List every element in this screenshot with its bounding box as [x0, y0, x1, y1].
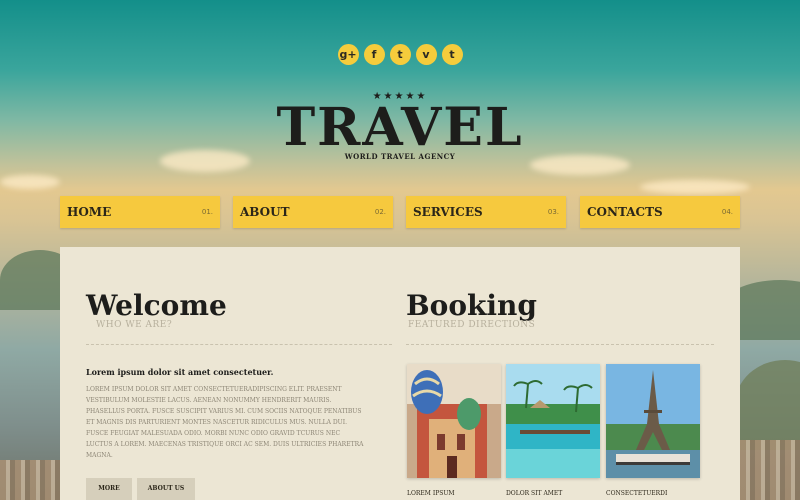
booking-subheading: FEATURED DIRECTIONS [408, 320, 536, 330]
google-plus-icon[interactable]: g+ [337, 44, 359, 65]
main-navigation: HOME 01. ABOUT 02. SERVICES 03. CONTACTS… [60, 196, 740, 228]
welcome-lead: Lorem ipsum dolor sit amet consectetuer. [86, 367, 274, 377]
nav-contacts[interactable]: CONTACTS 04. [580, 196, 740, 228]
vimeo-icon[interactable]: v [415, 44, 437, 65]
tumblr-icon[interactable]: t [441, 44, 463, 65]
facebook-icon[interactable]: f [363, 44, 385, 65]
welcome-body: Lorem ipsum dolor sit amet consectetuera… [86, 386, 364, 459]
destination-photo-moscow[interactable] [407, 364, 501, 478]
destination-caption[interactable]: Dolor sit amet [506, 490, 562, 498]
welcome-subheading: WHO WE ARE? [96, 320, 173, 330]
nav-label: SERVICES [413, 205, 483, 219]
destination-caption[interactable]: Consectetuerdi [606, 490, 667, 498]
nav-services[interactable]: SERVICES 03. [406, 196, 566, 228]
twitter-icon[interactable]: t [389, 44, 411, 65]
logo-title[interactable]: TRAVEL [0, 100, 800, 156]
nav-home[interactable]: HOME 01. [60, 196, 220, 228]
divider [406, 344, 714, 345]
nav-about[interactable]: ABOUT 02. [233, 196, 393, 228]
destination-photo-tropical[interactable] [506, 364, 600, 478]
nav-number: 03. [547, 208, 559, 216]
nav-label: CONTACTS [587, 205, 663, 219]
more-button[interactable]: MORE [86, 478, 132, 500]
about-us-button[interactable]: ABOUT US [137, 478, 195, 500]
nav-number: 02. [374, 208, 386, 216]
nav-number: 04. [721, 208, 733, 216]
destination-caption[interactable]: Lorem ipsum [407, 490, 455, 498]
nav-label: HOME [67, 205, 112, 219]
nav-number: 01. [201, 208, 213, 216]
social-icons: g+ f t v t [0, 44, 800, 65]
destination-photo-paris[interactable] [606, 364, 700, 478]
nav-label: ABOUT [240, 205, 290, 219]
welcome-heading: Welcome [86, 289, 227, 322]
divider [86, 344, 392, 345]
content-panel: Welcome WHO WE ARE? Lorem ipsum dolor si… [60, 247, 740, 500]
logo-subtitle: WORLD TRAVEL AGENCY [344, 152, 456, 161]
booking-heading: Booking [406, 289, 537, 322]
